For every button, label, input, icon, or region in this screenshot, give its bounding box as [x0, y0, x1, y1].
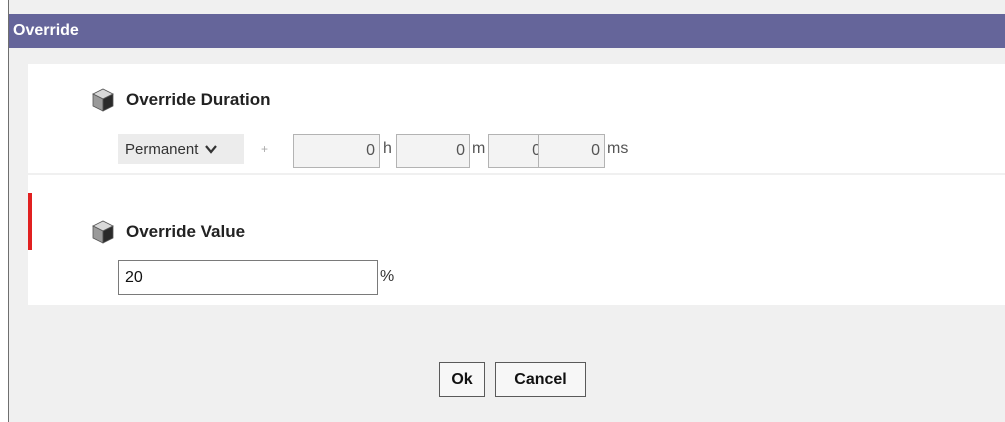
override-dialog: Override Override Duration Permanent + 0… [8, 0, 1005, 422]
override-duration-header: Override Duration [90, 88, 271, 112]
dialog-title: Override [13, 22, 79, 39]
duration-minutes-input[interactable]: 0 [396, 134, 470, 168]
override-value-header: Override Value [90, 220, 245, 244]
override-value-title: Override Value [126, 222, 246, 241]
duration-minutes-unit: m [472, 140, 486, 157]
duration-mode-value: Permanent [125, 140, 199, 158]
duration-milliseconds-input[interactable]: 0 [538, 134, 605, 168]
duration-milliseconds-unit: ms [607, 140, 629, 157]
cancel-button[interactable]: Cancel [495, 362, 586, 397]
override-duration-panel: Override Duration Permanent + 0 h 0 m 0 … [28, 64, 1005, 173]
duration-hours-unit: h [383, 140, 392, 157]
duration-mode-select[interactable]: Permanent [118, 134, 244, 164]
cube-icon [92, 220, 114, 244]
duration-hours-input[interactable]: 0 [293, 134, 380, 168]
modified-indicator [28, 193, 32, 250]
duration-plus-sign: + [261, 142, 269, 156]
chevron-down-icon [205, 145, 218, 154]
override-value-input[interactable]: 20 [118, 260, 378, 295]
cube-icon [92, 88, 114, 112]
dialog-title-bar: Override [9, 14, 1005, 48]
override-value-panel: Override Value 20 % [28, 175, 1005, 305]
ok-button[interactable]: Ok [439, 362, 485, 397]
override-duration-title: Override Duration [126, 90, 271, 109]
override-value-unit: % [380, 268, 395, 285]
